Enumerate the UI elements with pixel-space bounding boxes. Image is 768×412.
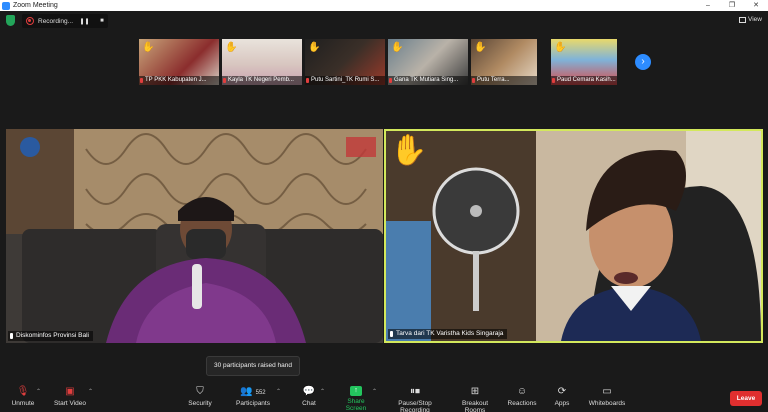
participant-name: Putu Terra... — [471, 76, 537, 85]
leave-button[interactable]: Leave — [730, 391, 762, 406]
view-button[interactable]: View — [739, 16, 762, 23]
video-feed — [6, 129, 383, 343]
pause-stop-icon: ⏸⏹ — [410, 386, 420, 397]
zoom-logo-icon — [2, 1, 10, 10]
minimize-button[interactable]: – — [696, 0, 720, 11]
muted-mic-icon — [223, 78, 226, 83]
participant-name: Kayla TK Negeri Pemb... — [222, 76, 302, 85]
participant-name-label: Tarva dari TK Varistha Kids Singaraja — [388, 329, 508, 339]
raised-hand-icon: ✋ — [554, 42, 567, 53]
raised-hand-notification: 30 participants raised hand — [206, 356, 300, 376]
window-title-bar: Zoom Meeting – ❐ ✕ — [0, 0, 768, 11]
apps-icon: ⟳ — [557, 386, 567, 397]
security-button[interactable]: ⛉ Security — [185, 386, 215, 407]
reactions-button[interactable]: ☺ Reactions — [507, 386, 537, 407]
stop-recording-button[interactable]: ■ — [96, 18, 108, 24]
next-page-button[interactable]: › — [635, 54, 651, 70]
video-tile-diskominfos[interactable]: Diskominfos Provinsi Bali — [6, 129, 383, 343]
shield-icon: ⛉ — [196, 386, 204, 397]
chat-icon: 💬 — [302, 386, 316, 397]
muted-mic-icon — [389, 78, 392, 83]
record-icon — [26, 17, 34, 25]
participant-name: Gana TK Mutiara Sing... — [388, 76, 468, 85]
pause-stop-recording-button[interactable]: ⏸⏹ Pause/Stop Recording — [384, 386, 446, 412]
mic-icon — [390, 331, 393, 337]
unmute-button[interactable]: 🎙 Unmute — [10, 386, 36, 407]
meeting-status-bar: Recording... ❚❚ ■ View — [0, 11, 768, 31]
share-screen-icon: ↑ — [350, 386, 362, 396]
maximize-button[interactable]: ❐ — [720, 0, 744, 11]
participants-count: 552 — [255, 390, 266, 396]
participant-thumbnail[interactable]: ✋ TP PKK Kabupaten J... — [139, 39, 219, 85]
video-feed — [386, 131, 761, 341]
view-label: View — [748, 16, 762, 23]
raised-hand-icon: ✋ — [474, 42, 487, 53]
video-options-caret[interactable]: ⌃ — [88, 388, 93, 395]
participant-thumbnail[interactable]: ✋ Paud Cemara Kasih... — [551, 39, 617, 85]
participants-options-caret[interactable]: ⌃ — [276, 388, 281, 395]
participant-name: Putu Sartini_TK Rumi S... — [305, 76, 385, 85]
breakout-rooms-icon: ⊞ — [470, 386, 480, 397]
window-controls: – ❐ ✕ — [696, 0, 768, 11]
pause-recording-button[interactable]: ❚❚ — [79, 18, 91, 25]
chat-options-caret[interactable]: ⌃ — [320, 388, 325, 395]
share-screen-button[interactable]: ↑ Share Screen — [337, 386, 375, 412]
raised-hand-icon: ✋ — [142, 42, 155, 53]
video-tile-tarva[interactable]: ✋ Tarva dari TK Varistha Kids Singaraja — [384, 129, 763, 343]
participant-name: TP PKK Kabupaten J... — [139, 76, 219, 85]
raised-hand-icon: ✋ — [308, 42, 321, 53]
chat-button[interactable]: 💬 Chat — [296, 386, 322, 407]
muted-mic-icon — [306, 78, 309, 83]
participant-thumbnail[interactable]: ✋ Kayla TK Negeri Pemb... — [222, 39, 302, 85]
whiteboard-icon: ▭ — [602, 386, 612, 397]
shield-icon[interactable] — [6, 15, 15, 26]
muted-mic-icon — [472, 78, 475, 83]
mic-muted-icon: 🎙 — [16, 386, 30, 397]
video-off-icon: ▣ — [65, 386, 75, 397]
muted-mic-icon — [552, 78, 555, 83]
muted-mic-icon — [140, 78, 143, 83]
recording-label: Recording... — [38, 17, 74, 25]
meeting-toolbar: 🎙 Unmute ⌃ ▣ Start Video ⌃ ⛉ Security 👥 … — [0, 384, 768, 412]
participants-button[interactable]: 👥 552 Participants — [234, 386, 272, 407]
apps-button[interactable]: ⟳ Apps — [552, 386, 572, 407]
participant-thumbnail[interactable]: ✋ Putu Sartini_TK Rumi S... — [305, 39, 385, 85]
reactions-icon: ☺ — [516, 386, 528, 397]
mic-icon — [10, 333, 13, 339]
whiteboards-button[interactable]: ▭ Whiteboards — [588, 386, 626, 407]
start-video-button[interactable]: ▣ Start Video — [52, 386, 88, 407]
raised-hand-icon: ✋ — [225, 42, 238, 53]
participant-thumbnail[interactable]: ✋ Putu Terra... — [471, 39, 537, 85]
close-button[interactable]: ✕ — [744, 0, 768, 11]
raised-hand-icon: ✋ — [390, 134, 428, 167]
raised-hand-icon: ✋ — [391, 42, 404, 53]
participant-name-label: Diskominfos Provinsi Bali — [8, 331, 93, 341]
participant-name: Paud Cemara Kasih... — [551, 76, 617, 85]
window-title: Zoom Meeting — [13, 2, 58, 9]
recording-indicator: Recording... ❚❚ ■ — [22, 14, 108, 28]
audio-options-caret[interactable]: ⌃ — [36, 388, 41, 395]
grid-icon — [739, 16, 747, 23]
breakout-rooms-button[interactable]: ⊞ Breakout Rooms — [452, 386, 498, 412]
participants-icon: 👥 552 — [240, 386, 266, 397]
share-options-caret[interactable]: ⌃ — [372, 388, 377, 395]
participant-thumbnail[interactable]: ✋ Gana TK Mutiara Sing... — [388, 39, 468, 85]
